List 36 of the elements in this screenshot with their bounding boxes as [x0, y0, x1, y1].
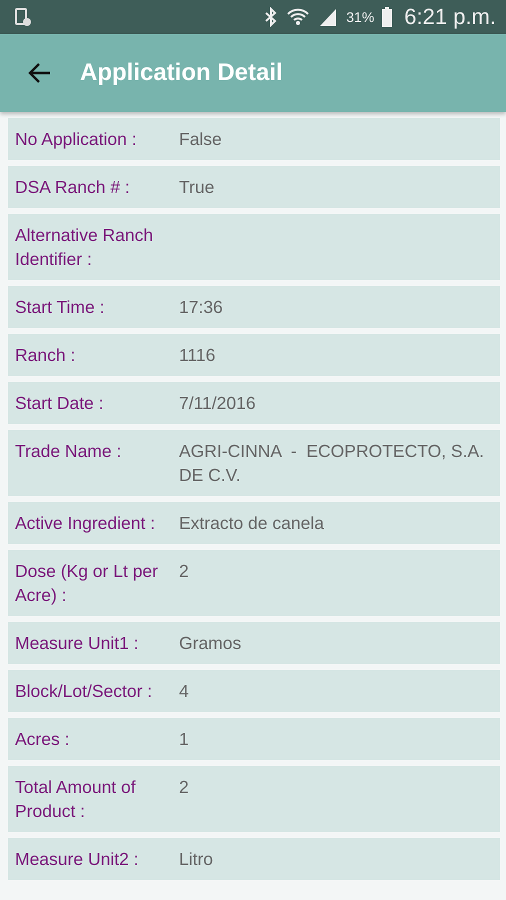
field-value: Extracto de canela	[179, 512, 325, 535]
field-label: Alternative Ranch Identifier :	[15, 224, 154, 271]
field-label: Start Time :	[15, 296, 106, 319]
field-label: Block/Lot/Sector :	[15, 680, 154, 703]
field-value: 1	[179, 728, 190, 751]
field-value: 1116	[179, 344, 216, 367]
field-value: AGRI-CINNA - ECOPROTECTO, S.A. DE C.V.	[179, 440, 485, 487]
field-label: Acres :	[15, 728, 70, 751]
field-value: 17:36	[179, 296, 224, 319]
wifi-icon	[286, 7, 310, 27]
field-value: 2	[179, 560, 190, 583]
field-value: Gramos	[179, 632, 242, 655]
signal-icon	[318, 7, 338, 27]
screen-title: Application Detail	[80, 59, 283, 87]
field-label: Ranch :	[15, 344, 76, 367]
field-value: True	[179, 176, 216, 199]
device-icon	[14, 7, 32, 27]
battery-icon	[382, 7, 392, 27]
field-label: No Application :	[15, 128, 138, 151]
field-value: False	[179, 128, 223, 151]
field-label: Measure Unit1 :	[15, 632, 140, 655]
field-label: Trade Name :	[15, 440, 122, 463]
field-label: Dose (Kg or Lt per Acre) :	[15, 560, 159, 607]
field-value: 4	[179, 680, 190, 703]
field-label: DSA Ranch # :	[15, 176, 131, 199]
field-label: Start Date :	[15, 392, 105, 415]
field-value: Litro	[179, 848, 214, 871]
back-icon[interactable]	[28, 62, 52, 84]
clock-time: 6:21 p.m.	[404, 4, 496, 30]
bluetooth-icon	[264, 7, 278, 27]
field-label: Measure Unit2 :	[15, 848, 140, 871]
field-label: Total Amount of Product :	[15, 776, 137, 823]
field-label: Active Ingredient :	[15, 512, 156, 535]
field-value: 2	[179, 776, 190, 799]
field-value: 7/11/2016	[179, 392, 257, 415]
battery-percent: 31%	[346, 9, 374, 25]
